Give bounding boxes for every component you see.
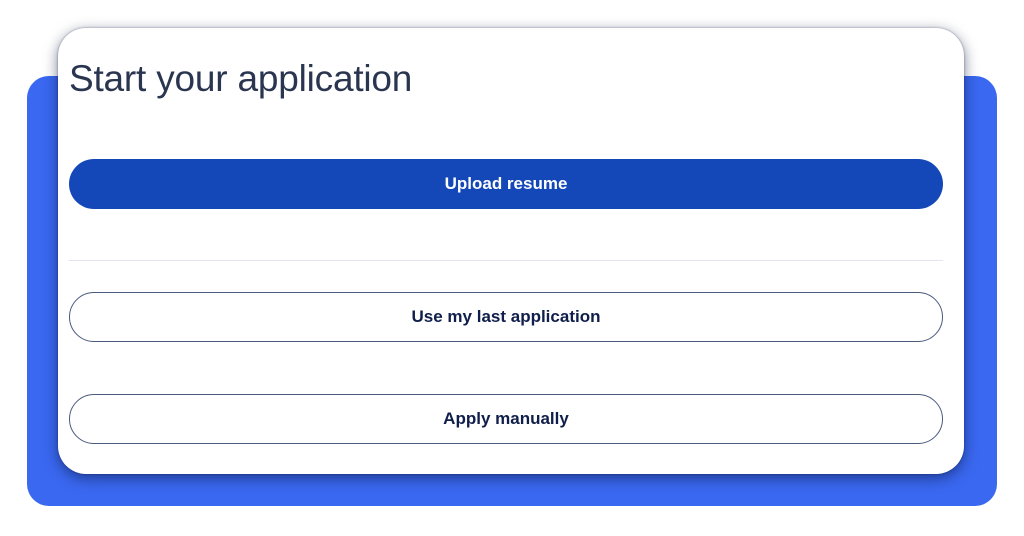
use-last-application-button[interactable]: Use my last application [69, 292, 943, 342]
divider [69, 260, 943, 261]
application-card: Start your application Upload resume Use… [58, 28, 964, 474]
apply-manually-button[interactable]: Apply manually [69, 394, 943, 444]
stage: Start your application Upload resume Use… [0, 0, 1024, 536]
page-title: Start your application [69, 58, 413, 99]
upload-resume-button[interactable]: Upload resume [69, 159, 943, 209]
